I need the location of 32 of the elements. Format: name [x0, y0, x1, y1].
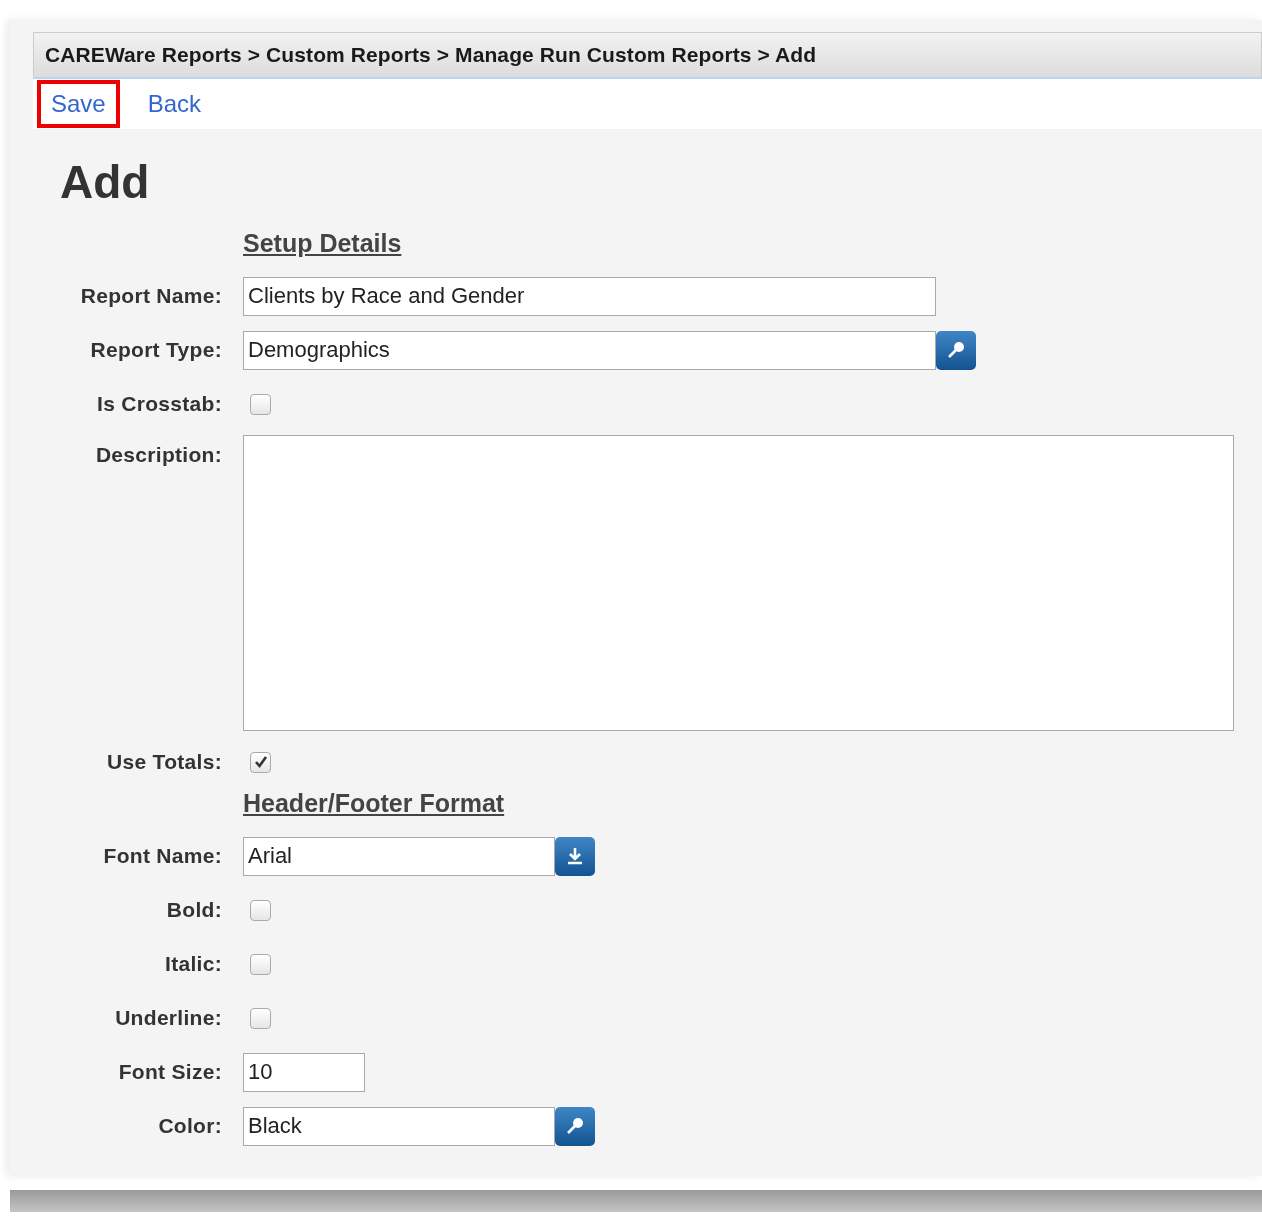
checkbox[interactable]	[250, 751, 271, 773]
breadcrumb: CAREWare Reports > Custom Reports > Manage Run Custom Reports > Add	[45, 43, 817, 67]
field-label: Underline:	[114, 1006, 222, 1030]
text-field[interactable]: 10	[243, 1052, 365, 1092]
checkbox[interactable]	[250, 1007, 271, 1029]
checkbox[interactable]	[250, 393, 271, 415]
field-label: Report Name:	[79, 284, 222, 308]
save-link[interactable]: Save	[37, 80, 120, 128]
field-label: Font Size:	[117, 1060, 222, 1084]
text-field[interactable]: Demographics	[243, 330, 936, 370]
description-field[interactable]	[243, 435, 1234, 731]
section-heading: Setup Details	[243, 229, 402, 259]
field-label: Is Crosstab:	[96, 392, 222, 416]
page-title: Add	[60, 155, 151, 209]
field-label: Font Name:	[102, 844, 222, 868]
field-label: Report Type:	[89, 338, 222, 362]
search-button[interactable]	[555, 1106, 595, 1146]
checkbox[interactable]	[250, 953, 271, 975]
field-label: Color:	[157, 1114, 222, 1138]
field-label: Description:	[94, 442, 222, 467]
dropdown-field[interactable]: Arial	[243, 836, 555, 876]
checkmark-icon	[253, 755, 268, 769]
search-button[interactable]	[936, 330, 976, 370]
section-heading: Header/Footer Format	[243, 789, 505, 819]
text-field[interactable]: Clients by Race and Gender	[243, 276, 936, 316]
back-link[interactable]: Back	[133, 80, 216, 128]
field-label: Use Totals:	[106, 750, 222, 774]
field-label: Italic:	[164, 952, 222, 976]
checkbox[interactable]	[250, 899, 271, 921]
dropdown-button[interactable]	[555, 836, 595, 876]
field-label: Bold:	[165, 898, 222, 922]
text-field[interactable]: Black	[243, 1106, 555, 1146]
